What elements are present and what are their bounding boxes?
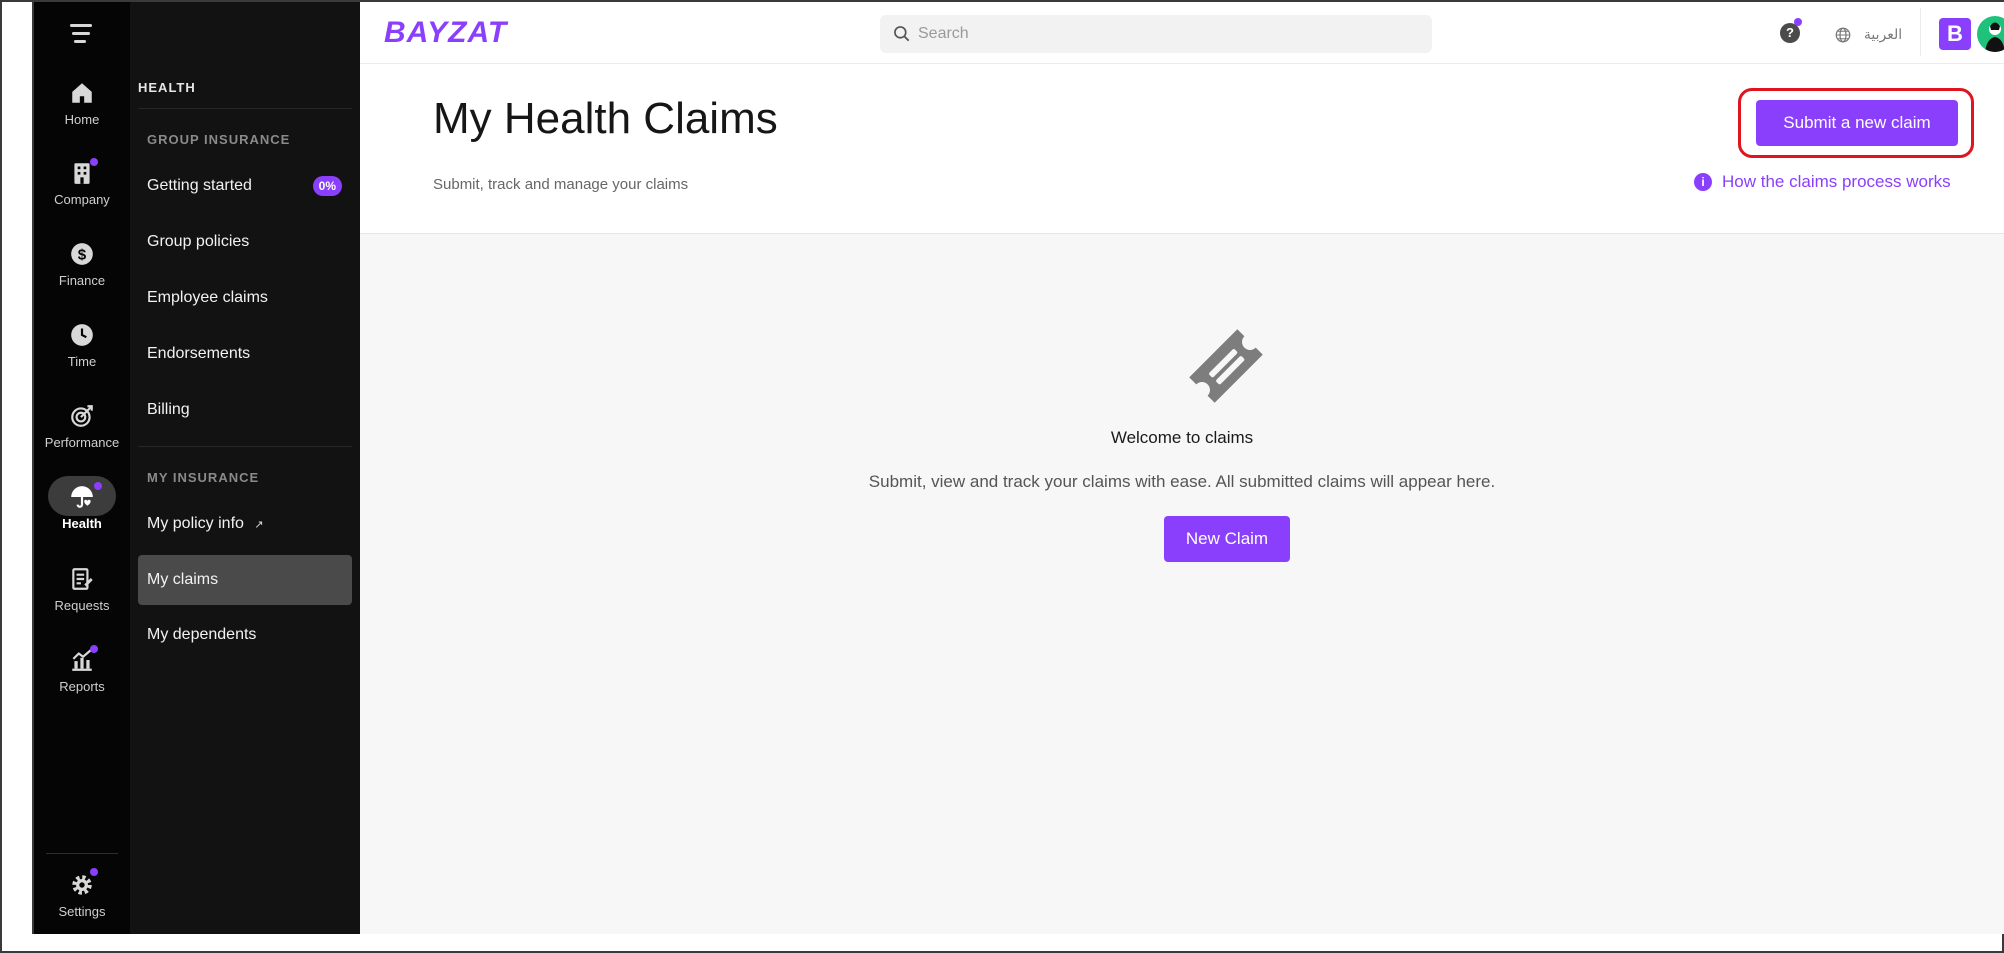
search-box xyxy=(880,15,1432,53)
help-glyph: ? xyxy=(1786,25,1794,40)
subnav-item-my-claims[interactable]: My claims xyxy=(138,555,352,605)
bayzat-logo[interactable]: BAYZAT xyxy=(384,16,507,50)
page-subtitle: Submit, track and manage your claims xyxy=(433,176,689,193)
divider xyxy=(138,446,352,447)
menu-toggle-icon[interactable] xyxy=(68,24,94,46)
subnav-item-group-policies[interactable]: Group policies xyxy=(138,217,352,267)
subnav-item-label: Getting started xyxy=(147,177,252,194)
target-icon xyxy=(71,405,93,427)
subnav-item-label: Group policies xyxy=(147,233,250,250)
clock-icon xyxy=(71,324,93,346)
avatar[interactable] xyxy=(1977,16,2004,52)
how-claims-work-label: How the claims process works xyxy=(1722,172,1951,191)
subnav-item-my-dependents[interactable]: My dependents xyxy=(138,610,352,660)
rail-item-health[interactable]: Health xyxy=(34,476,130,552)
submit-new-claim-button[interactable]: Submit a new claim xyxy=(1756,100,1958,146)
rail-label-health: Health xyxy=(62,516,102,531)
search-input[interactable] xyxy=(918,15,1418,53)
rail-label-finance: Finance xyxy=(58,273,106,288)
rail-item-finance[interactable]: $ Finance xyxy=(34,233,130,309)
subnav-item-label: My claims xyxy=(147,571,219,588)
ticket-icon xyxy=(1189,329,1263,403)
subnav-item-my-policy-info[interactable]: My policy info ↗ xyxy=(138,499,352,549)
rail-label-settings: Settings xyxy=(58,904,106,919)
requests-icon xyxy=(72,568,93,590)
home-icon xyxy=(72,83,92,103)
subnav-item-employee-claims[interactable]: Employee claims xyxy=(138,273,352,323)
external-link-icon: ↗ xyxy=(254,519,264,531)
subnav-item-label: Employee claims xyxy=(147,289,268,306)
top-bar: BAYZAT ? العربية B xyxy=(360,2,2004,64)
company-logo[interactable]: B xyxy=(1939,18,1971,50)
rail-label-performance: Performance xyxy=(44,435,120,450)
subnav-item-getting-started[interactable]: Getting started 0% xyxy=(138,161,352,211)
globe-icon xyxy=(1835,27,1851,43)
empty-state-description: Submit, view and track your claims with … xyxy=(868,472,1496,491)
page-title: My Health Claims xyxy=(433,94,778,143)
app-window: Home Company $ Finance Time Performance … xyxy=(32,2,2004,934)
rail-divider xyxy=(46,853,118,854)
rail-item-company[interactable]: Company xyxy=(34,152,130,228)
rail-item-reports[interactable]: Reports xyxy=(34,639,130,715)
rail-label-time: Time xyxy=(67,354,97,369)
notification-dot xyxy=(1794,18,1802,26)
main-rail: Home Company $ Finance Time Performance … xyxy=(34,2,130,934)
account-area[interactable]: B xyxy=(1920,8,2004,56)
rail-item-performance[interactable]: Performance xyxy=(34,395,130,471)
how-claims-work-link[interactable]: i How the claims process works xyxy=(1694,172,1951,192)
language-label: العربية xyxy=(1863,26,1903,42)
subnav-item-label: Billing xyxy=(147,401,190,418)
language-switcher[interactable]: العربية xyxy=(1834,22,1902,46)
info-icon: i xyxy=(1694,173,1712,191)
progress-badge: 0% xyxy=(312,176,342,196)
avatar-figure-icon xyxy=(1985,22,2004,52)
health-subnav: HEALTH GROUP INSURANCE Getting started 0… xyxy=(130,2,360,934)
subnav-section-title: HEALTH xyxy=(138,80,196,95)
rail-item-time[interactable]: Time xyxy=(34,314,130,390)
rail-item-requests[interactable]: Requests xyxy=(34,558,130,634)
page-header: My Health Claims Submit, track and manag… xyxy=(360,64,2004,234)
rail-label-home: Home xyxy=(64,112,100,127)
notification-dot xyxy=(90,645,98,653)
empty-state-heading: Welcome to claims xyxy=(1110,428,1254,447)
search-icon xyxy=(894,26,910,42)
subnav-item-label: My dependents xyxy=(147,626,257,643)
notification-dot xyxy=(90,868,98,876)
claims-empty-state: Welcome to claims Submit, view and track… xyxy=(360,234,2004,934)
group-insurance-header: GROUP INSURANCE xyxy=(147,132,291,147)
rail-item-settings[interactable]: Settings xyxy=(34,864,130,940)
my-insurance-header: MY INSURANCE xyxy=(147,470,260,485)
divider xyxy=(138,108,352,109)
dollar-icon: $ xyxy=(71,243,93,265)
rail-label-requests: Requests xyxy=(54,598,110,613)
rail-item-home[interactable]: Home xyxy=(34,72,130,148)
gear-icon xyxy=(72,875,92,895)
rail-label-reports: Reports xyxy=(59,679,105,694)
health-umbrella-icon xyxy=(71,486,93,508)
subnav-item-endorsements[interactable]: Endorsements xyxy=(138,329,352,379)
new-claim-button[interactable]: New Claim xyxy=(1164,516,1290,562)
help-icon[interactable]: ? xyxy=(1780,18,1802,43)
subnav-item-label: My policy info xyxy=(147,515,244,532)
notification-dot xyxy=(94,482,102,490)
subnav-item-billing[interactable]: Billing xyxy=(138,385,352,435)
notification-dot xyxy=(90,158,98,166)
subnav-item-label: Endorsements xyxy=(147,345,251,362)
svg-text:$: $ xyxy=(78,246,87,263)
rail-label-company: Company xyxy=(54,192,110,207)
